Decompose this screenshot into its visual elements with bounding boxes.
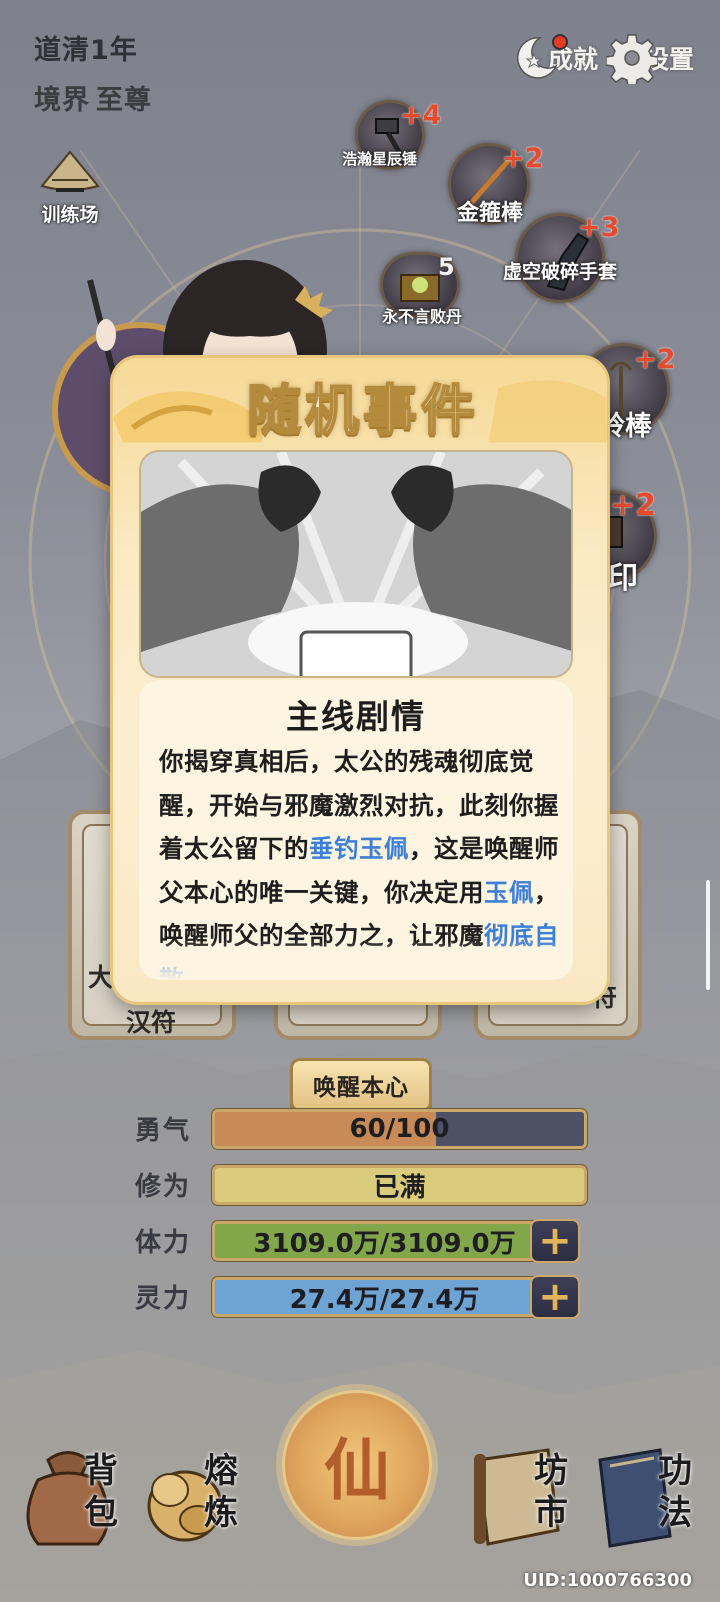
add-stamina-button[interactable]: + [530, 1219, 580, 1263]
event-keyword: 玉佩 [484, 877, 534, 907]
text-fade [139, 940, 573, 980]
card-text: 汉符 [126, 1008, 177, 1037]
realm-info: 境界 至尊 [34, 78, 152, 117]
nav-smelt-label: 熔炼 [204, 1451, 238, 1533]
stat-label-stamina: 体力 [135, 1228, 192, 1258]
cultivation-value: 已满 [373, 1172, 426, 1203]
notification-dot [552, 34, 568, 50]
user-id: UID:1000766300 [523, 1570, 692, 1591]
gear-icon [605, 32, 659, 88]
plus-icon: + [538, 1274, 572, 1320]
spirit-bar: 27.4万/27.4万 [212, 1277, 557, 1317]
scroll-indicator [706, 880, 710, 990]
stamina-value: 3109.0万/3109.0万 [253, 1228, 516, 1259]
spirit-value: 27.4万/27.4万 [289, 1284, 480, 1315]
add-spirit-button[interactable]: + [530, 1275, 580, 1319]
year-label: 道清1年 [34, 35, 138, 66]
weapon-name: 永不言败丹 [381, 307, 462, 326]
weapon-count: +4 [400, 100, 442, 131]
dialog-title: 随机事件 [246, 377, 479, 443]
event-illustration [139, 450, 573, 678]
achievement-button[interactable]: 成就 [510, 28, 598, 88]
cultivation-bar: 已满 [212, 1165, 587, 1205]
courage-bar: 60/100 [212, 1109, 587, 1149]
weapon-name: 虚空破碎手套 [502, 261, 617, 283]
nav-immortal-button[interactable]: 仙 [282, 1390, 432, 1540]
nav-smelt-button[interactable]: 熔炼 [140, 1440, 270, 1555]
event-title: 主线剧情 [286, 697, 426, 736]
weapon-name: 浩瀚星辰锤 [342, 150, 418, 168]
nav-skills-label: 功法 [658, 1451, 692, 1533]
nav-market-button[interactable]: 坊市 [468, 1440, 598, 1555]
nav-bag-button[interactable]: 背包 [18, 1440, 148, 1555]
stat-label-cultivation: 修为 [135, 1172, 192, 1202]
weapon-count: +2 [502, 143, 544, 174]
weapon-count: +2 [634, 344, 676, 375]
plus-icon: + [538, 1218, 572, 1264]
stamina-bar: 3109.0万/3109.0万 [212, 1221, 557, 1261]
nav-immortal-label: 仙 [324, 1431, 390, 1509]
realm-value: 至尊 [96, 85, 152, 116]
nav-skills-button[interactable]: 功法 [590, 1440, 720, 1555]
stat-label-courage: 勇气 [135, 1116, 192, 1146]
weapon-count: +3 [578, 212, 620, 243]
nav-bag-label: 背包 [84, 1451, 118, 1533]
weapon-count: +2 [610, 488, 657, 523]
settings-button[interactable]: 设置 [605, 28, 694, 88]
moon-icon [510, 32, 568, 84]
event-keyword: 垂钓玉佩 [309, 834, 409, 863]
random-event-dialog: 随机事件 主线剧情 你揭穿真相后，太公的残魂彻底觉醒，开始与邪魔激烈对抗，此刻你… [110, 355, 610, 1005]
courage-value: 60/100 [349, 1114, 450, 1144]
realm-label: 境界 [34, 85, 90, 116]
weapon-name: 印 [608, 561, 638, 596]
training-ground-button[interactable]: 训练场 [30, 150, 110, 227]
weapon-count: 5 [438, 253, 455, 281]
stat-label-spirit: 灵力 [135, 1284, 192, 1314]
straw-hat-icon [40, 150, 100, 192]
nav-market-label: 坊市 [534, 1451, 568, 1533]
training-ground-label: 训练场 [41, 204, 99, 226]
event-text-box[interactable]: 主线剧情 你揭穿真相后，太公的残魂彻底觉醒，开始与邪魔激烈对抗，此刻你握着太公留… [139, 680, 573, 980]
awaken-heart-button[interactable]: 唤醒本心 [290, 1058, 432, 1112]
